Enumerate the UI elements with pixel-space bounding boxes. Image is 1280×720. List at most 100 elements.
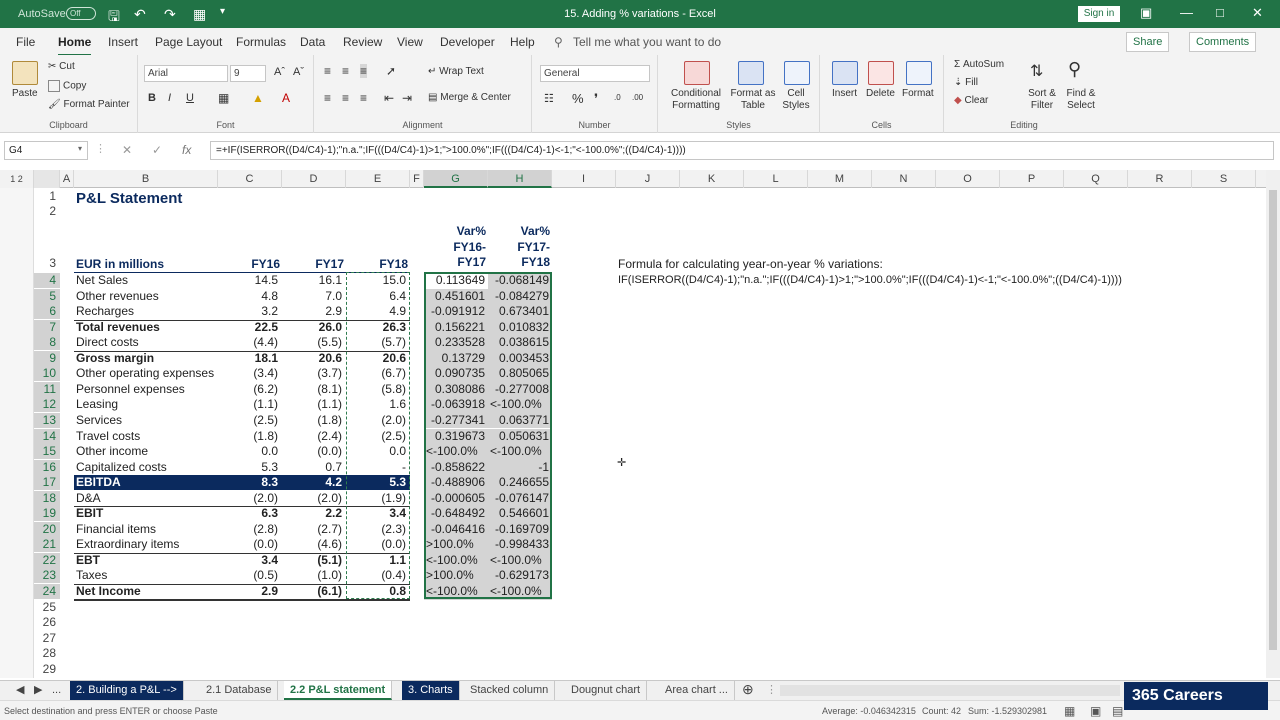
format-as-table-icon[interactable] bbox=[738, 61, 764, 85]
value-fy18[interactable]: 3.4 bbox=[346, 506, 406, 520]
status-sum[interactable]: Sum: -1.529302981 bbox=[968, 706, 1047, 716]
variance-fy16-fy17[interactable]: -0.046416 bbox=[424, 522, 485, 536]
variance-fy17-fy18[interactable]: 0.673401 bbox=[488, 304, 549, 318]
value-fy17[interactable]: (2.4) bbox=[282, 429, 342, 443]
column-header-d[interactable]: D bbox=[282, 170, 346, 188]
value-fy18[interactable]: 1.6 bbox=[346, 397, 406, 411]
value-fy17[interactable]: (1.1) bbox=[282, 397, 342, 411]
variance-fy17-fy18[interactable]: 0.050631 bbox=[488, 429, 549, 443]
column-header-m[interactable]: M bbox=[808, 170, 872, 188]
row-label[interactable]: Capitalized costs bbox=[76, 460, 216, 474]
value-fy18[interactable]: 5.3 bbox=[346, 475, 406, 489]
value-fy16[interactable]: 14.5 bbox=[218, 273, 278, 287]
value-fy17[interactable]: (2.0) bbox=[282, 491, 342, 505]
delete-button[interactable]: Delete bbox=[866, 88, 895, 99]
value-fy18[interactable]: (2.0) bbox=[346, 413, 406, 427]
sheet-tab-charts[interactable]: 3. Charts bbox=[402, 681, 460, 700]
value-fy18[interactable]: 6.4 bbox=[346, 289, 406, 303]
font-name-combo[interactable]: Arial bbox=[144, 65, 228, 82]
confirm-entry-icon[interactable]: ✓ bbox=[152, 143, 162, 157]
status-average[interactable]: Average: -0.046342315 bbox=[822, 706, 916, 716]
format-as-table-button[interactable]: Format as Table bbox=[728, 88, 778, 112]
sort-filter-button[interactable]: Sort & Filter bbox=[1022, 88, 1062, 112]
tab-data[interactable]: Data bbox=[300, 35, 325, 49]
header-label[interactable]: EUR in millions bbox=[76, 257, 164, 271]
variance-fy17-fy18[interactable]: <-100.0% bbox=[490, 553, 542, 567]
row-header[interactable]: 12 bbox=[34, 397, 60, 413]
sheet-tab-pl-statement[interactable]: 2.2 P&L statement bbox=[284, 681, 393, 700]
variance-fy17-fy18[interactable]: -1 bbox=[488, 460, 549, 474]
value-fy17[interactable]: 16.1 bbox=[282, 273, 342, 287]
value-fy17[interactable]: 0.7 bbox=[282, 460, 342, 474]
percent-style-icon[interactable]: % bbox=[572, 91, 584, 106]
sort-filter-icon[interactable]: ⇅ bbox=[1030, 61, 1043, 81]
value-fy16[interactable]: 0.0 bbox=[218, 444, 278, 458]
row-label[interactable]: Personnel expenses bbox=[76, 382, 216, 396]
value-fy18[interactable]: (5.7) bbox=[346, 335, 406, 349]
variance-fy17-fy18[interactable]: -0.998433 bbox=[488, 537, 549, 551]
conditional-formatting-button[interactable]: Conditional Formatting bbox=[666, 88, 726, 112]
row-header[interactable]: 11 bbox=[34, 381, 60, 397]
row-label[interactable]: Financial items bbox=[76, 522, 216, 536]
more-sheets-icon[interactable]: ... bbox=[46, 681, 67, 700]
sheet-tab-database[interactable]: 2.1 Database bbox=[200, 681, 279, 700]
variance-fy16-fy17[interactable]: <-100.0% bbox=[426, 584, 478, 598]
value-fy17[interactable]: 4.2 bbox=[282, 475, 342, 489]
share-button[interactable]: Share bbox=[1126, 32, 1170, 52]
value-fy16[interactable]: (0.5) bbox=[218, 568, 278, 582]
variance-fy16-fy17[interactable]: <-100.0% bbox=[426, 553, 478, 567]
var1-line3[interactable]: FY17 bbox=[424, 255, 486, 269]
value-fy17[interactable]: (1.8) bbox=[282, 413, 342, 427]
row-header[interactable]: 17 bbox=[34, 475, 60, 491]
value-fy18[interactable]: 15.0 bbox=[346, 273, 406, 287]
value-fy16[interactable]: 18.1 bbox=[218, 351, 278, 365]
var1-line1[interactable]: Var% bbox=[424, 224, 486, 238]
row-label[interactable]: Net Income bbox=[76, 584, 216, 598]
select-all-corner[interactable] bbox=[34, 170, 60, 188]
value-fy18[interactable]: 4.9 bbox=[346, 304, 406, 318]
align-middle-icon[interactable]: ≡ bbox=[342, 64, 349, 78]
variance-fy16-fy17[interactable]: -0.648492 bbox=[424, 506, 485, 520]
value-fy18[interactable]: (0.0) bbox=[346, 537, 406, 551]
row-header[interactable]: 1 bbox=[34, 189, 60, 204]
paste-button[interactable]: Paste bbox=[12, 88, 38, 99]
value-fy18[interactable]: 20.6 bbox=[346, 351, 406, 365]
row-header[interactable]: 19 bbox=[34, 506, 60, 522]
tab-insert[interactable]: Insert bbox=[108, 35, 138, 49]
variance-fy17-fy18[interactable]: -0.629173 bbox=[488, 568, 549, 582]
column-header-r[interactable]: R bbox=[1128, 170, 1192, 188]
sheet-tab-stacked-column[interactable]: Stacked column bbox=[464, 681, 556, 700]
value-fy16[interactable]: 2.9 bbox=[218, 584, 278, 598]
value-fy18[interactable]: (2.5) bbox=[346, 429, 406, 443]
sheet-tab-building-pl[interactable]: 2. Building a P&L --> bbox=[70, 681, 184, 700]
variance-fy16-fy17[interactable]: -0.063918 bbox=[424, 397, 485, 411]
variance-fy16-fy17[interactable]: 0.319673 bbox=[424, 429, 485, 443]
worksheet-grid[interactable]: P&L Statement Var% FY16- FY17 Var% FY17-… bbox=[60, 188, 1266, 678]
variance-fy16-fy17[interactable]: 0.113649 bbox=[424, 273, 485, 287]
tab-formulas[interactable]: Formulas bbox=[236, 35, 286, 49]
header-fy17[interactable]: FY17 bbox=[282, 257, 344, 271]
variance-fy17-fy18[interactable]: <-100.0% bbox=[490, 584, 542, 598]
row-label[interactable]: Gross margin bbox=[76, 351, 216, 365]
column-header-e[interactable]: E bbox=[346, 170, 410, 188]
format-cells-icon[interactable] bbox=[906, 61, 932, 85]
value-fy16[interactable]: (2.0) bbox=[218, 491, 278, 505]
format-painter-button[interactable]: 🖌 Format Painter bbox=[48, 99, 130, 110]
variance-fy16-fy17[interactable]: -0.277341 bbox=[424, 413, 485, 427]
value-fy17[interactable]: 20.6 bbox=[282, 351, 342, 365]
value-fy16[interactable]: (1.8) bbox=[218, 429, 278, 443]
fill-color-icon[interactable]: ▲ bbox=[252, 91, 264, 105]
variance-fy17-fy18[interactable]: 0.063771 bbox=[488, 413, 549, 427]
row-header[interactable]: 20 bbox=[34, 521, 60, 537]
column-header-o[interactable]: O bbox=[936, 170, 1000, 188]
value-fy17[interactable]: (5.1) bbox=[282, 553, 342, 567]
variance-fy16-fy17[interactable]: 0.156221 bbox=[424, 320, 485, 334]
variance-fy17-fy18[interactable]: -0.169709 bbox=[488, 522, 549, 536]
minimize-icon[interactable]: — bbox=[1180, 5, 1193, 20]
insert-cells-icon[interactable] bbox=[832, 61, 858, 85]
wrap-text-button[interactable]: ↵ Wrap Text bbox=[428, 66, 484, 77]
name-box[interactable]: G4 bbox=[4, 141, 88, 160]
status-count[interactable]: Count: 42 bbox=[922, 706, 961, 716]
row-header[interactable]: 15 bbox=[34, 444, 60, 460]
row-label[interactable]: Net Sales bbox=[76, 273, 216, 287]
